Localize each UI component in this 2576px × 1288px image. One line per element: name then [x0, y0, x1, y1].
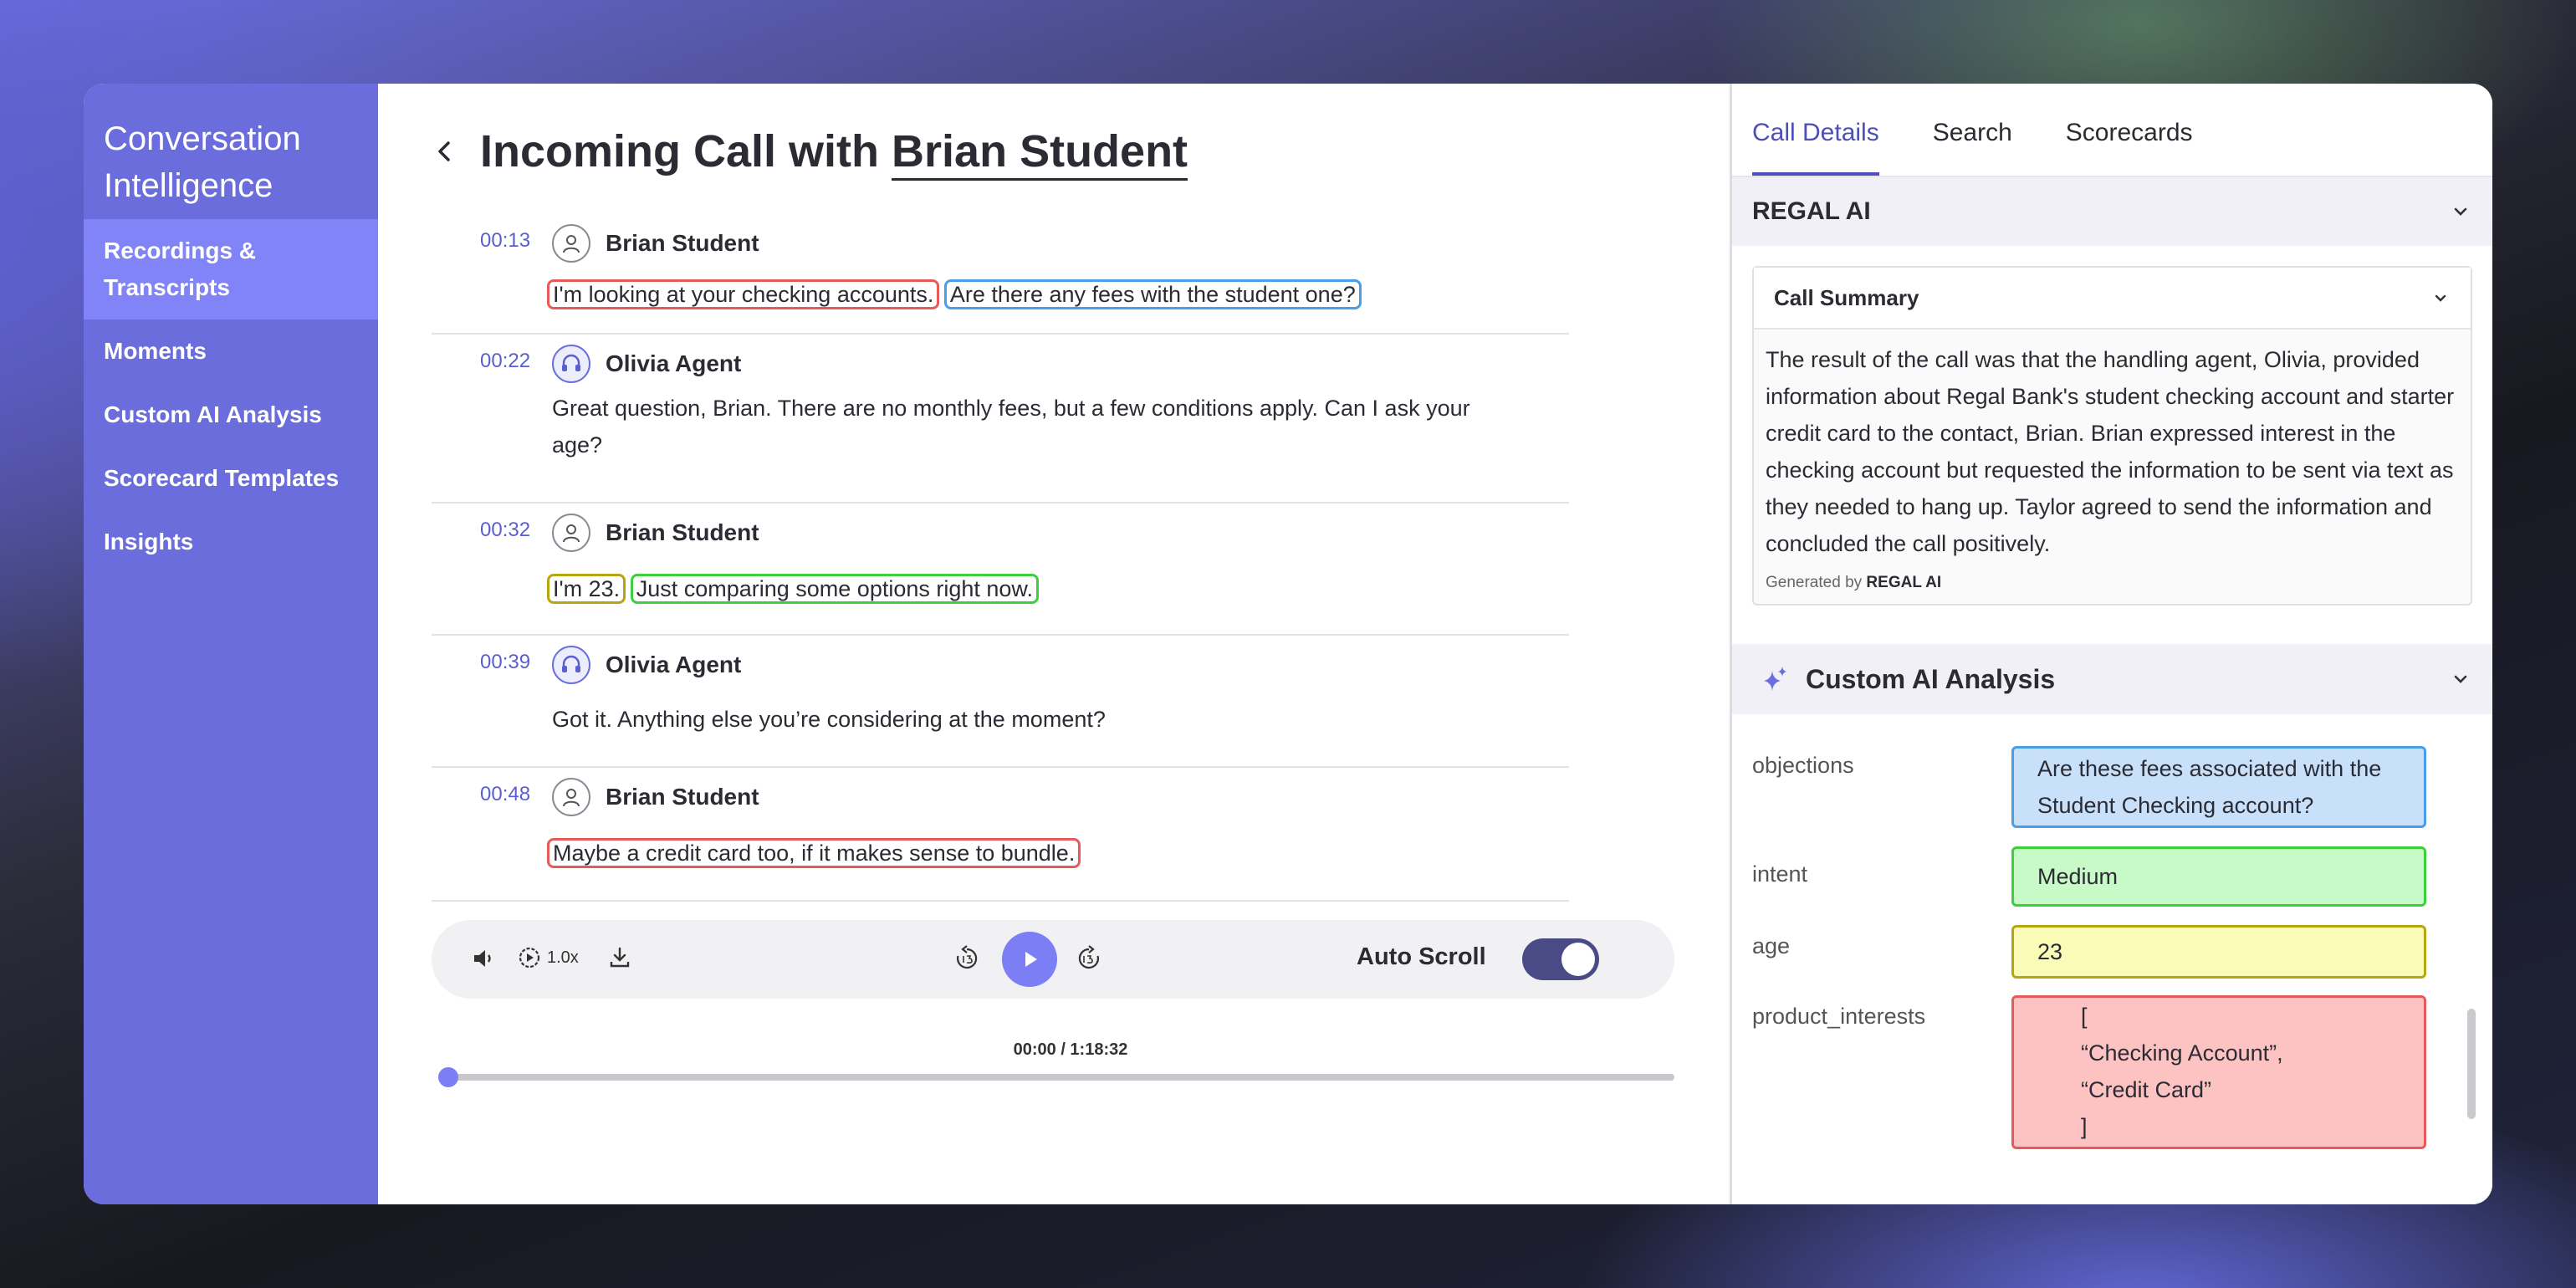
headset-icon [552, 646, 590, 684]
section-title: REGAL AI [1752, 197, 1871, 225]
timestamp-link[interactable]: 00:13 [480, 229, 530, 253]
field-value-product-interests: [ “Checking Account”, “Credit Card” ] [2011, 995, 2426, 1149]
speaker: Brian Student [552, 224, 759, 263]
details-panel: Call Details Search Scorecards REGAL AI … [1730, 84, 2492, 1204]
volume-icon[interactable] [470, 945, 497, 972]
speaker: Brian Student [552, 778, 759, 816]
auto-scroll-toggle[interactable] [1522, 938, 1599, 980]
generated-by-label: Generated by [1766, 574, 1863, 591]
call-summary-card: Call Summary The result of the call was … [1752, 266, 2472, 606]
sidebar-item-scorecard-templates[interactable]: Scorecard Templates [84, 447, 378, 510]
panel-scrollbar[interactable] [2467, 1009, 2476, 1119]
custom-ai-analysis-title: Custom AI Analysis [1806, 663, 2056, 694]
product-interests-line: [ [2081, 1004, 2088, 1029]
sidebar-item-recordings[interactable]: Recordings & Transcripts [84, 219, 378, 319]
progress-bar[interactable] [438, 1067, 1674, 1087]
toggle-knob [1561, 943, 1595, 976]
main-content: Incoming Call with Brian Student 00:13 B… [378, 84, 1730, 1204]
transcript-row: 00:48 Brian Student Maybe a credit card … [432, 768, 1569, 902]
chevron-down-icon [2454, 207, 2467, 216]
timestamp-link[interactable]: 00:32 [480, 519, 530, 542]
playback-speed: 1.0x [547, 948, 579, 967]
transcript: 00:13 Brian Student I'm looking at your … [432, 214, 1569, 902]
product-interests-line: “Credit Card” [2081, 1077, 2212, 1102]
call-summary-title: Call Summary [1774, 284, 1919, 310]
speaker-name: Olivia Agent [606, 652, 742, 677]
app-window: Conversation Intelligence Recordings & T… [84, 84, 2492, 1204]
speed-icon [519, 947, 540, 969]
transcript-row: 00:32 Brian Student I'm 23. Just compari… [432, 503, 1569, 636]
utterance-text: I'm 23. Just comparing some options righ… [547, 570, 1522, 607]
auto-scroll-label: Auto Scroll [1357, 943, 1486, 970]
transcript-row: 00:22 Olivia Agent Great question, Brian… [432, 335, 1569, 503]
page-title: Incoming Call with Brian Student [480, 125, 1188, 181]
custom-ai-analysis-header[interactable]: Custom AI Analysis [1732, 644, 2492, 714]
utterance-text: Maybe a credit card too, if it makes sen… [547, 835, 1522, 871]
highlight-segment[interactable]: I'm 23. [547, 574, 626, 604]
play-icon [1025, 952, 1037, 967]
page-header: Incoming Call with Brian Student [428, 125, 1188, 181]
utterance-text: Great question, Brian. There are no mont… [552, 396, 1470, 457]
field-value-age: 23 [2011, 925, 2426, 979]
sidebar-item-moments[interactable]: Moments [84, 319, 378, 383]
transcript-row: 00:13 Brian Student I'm looking at your … [432, 214, 1569, 335]
highlight-segment[interactable]: Just comparing some options right now. [630, 574, 1039, 604]
field-value-objections: Are these fees associated with the Stude… [2011, 746, 2426, 828]
audio-player: 1.0x Auto Scroll [432, 920, 1674, 999]
speaker: Olivia Agent [552, 646, 741, 684]
sparkle-icon [1764, 667, 1786, 691]
timestamp-link[interactable]: 00:48 [480, 783, 530, 806]
highlight-segment[interactable]: I'm looking at your checking accounts. [547, 279, 940, 309]
utterance-text: I'm looking at your checking accounts. A… [547, 276, 1522, 313]
time-readout: 00:00 / 1:18:32 [1013, 1040, 1128, 1059]
generated-by-brand: REGAL AI [1866, 574, 1942, 591]
sidebar-item-insights[interactable]: Insights [84, 510, 378, 574]
utterance-text: Got it. Anything else you’re considering… [552, 707, 1106, 732]
transcript-row: 00:39 Olivia Agent Got it. Anything else… [432, 636, 1569, 768]
timestamp-link[interactable]: 00:22 [480, 350, 530, 373]
speaker: Brian Student [552, 514, 759, 552]
field-value-intent: Medium [2011, 846, 2426, 907]
chevron-down-icon [2454, 675, 2467, 683]
field-label-age: age [1752, 933, 1791, 958]
forward-15-icon[interactable] [1076, 945, 1102, 972]
product-interests-line: ] [2081, 1114, 2088, 1139]
speaker-name: Olivia Agent [606, 350, 742, 376]
product-interests-line: “Checking Account”, [2081, 1040, 2283, 1066]
contact-name-link[interactable]: Brian Student [892, 126, 1188, 181]
chevron-down-icon [2435, 294, 2446, 302]
field-label-product-interests: product_interests [1752, 1004, 1926, 1029]
sidebar: Conversation Intelligence Recordings & T… [84, 84, 378, 1204]
sidebar-item-custom-ai-analysis[interactable]: Custom AI Analysis [84, 383, 378, 447]
rewind-15-icon[interactable] [953, 945, 980, 972]
app-brand: Conversation Intelligence [104, 120, 301, 204]
user-icon [552, 778, 590, 816]
tab-scorecards[interactable]: Scorecards [2066, 119, 2193, 176]
tab-call-details[interactable]: Call Details [1752, 119, 1879, 176]
user-icon [552, 224, 590, 263]
call-summary-header[interactable]: Call Summary [1754, 268, 2471, 330]
call-summary-text: The result of the call was that the hand… [1766, 347, 2455, 556]
speaker-name: Brian Student [606, 519, 759, 545]
speaker-name: Brian Student [606, 784, 759, 810]
field-label-objections: objections [1752, 753, 1854, 778]
headset-icon [552, 345, 590, 383]
user-icon [552, 514, 590, 552]
timestamp-link[interactable]: 00:39 [480, 651, 530, 674]
play-button[interactable] [1002, 932, 1057, 987]
speaker-name: Brian Student [606, 230, 759, 256]
field-label-intent: intent [1752, 861, 1808, 887]
download-icon[interactable] [607, 945, 632, 970]
regal-ai-section-header[interactable]: REGAL AI [1732, 177, 2492, 246]
highlight-segment[interactable]: Maybe a credit card too, if it makes sen… [547, 838, 1081, 868]
panel-tabs: Call Details Search Scorecards [1732, 84, 2492, 177]
tab-search[interactable]: Search [1933, 119, 2012, 176]
progress-handle[interactable] [438, 1067, 458, 1087]
title-prefix: Incoming Call with [480, 126, 880, 176]
chevron-left-icon[interactable] [428, 135, 462, 168]
speaker: Olivia Agent [552, 345, 741, 383]
highlight-segment[interactable]: Are there any fees with the student one? [943, 279, 1362, 309]
generated-by: Generated by REGAL AI [1754, 562, 2471, 604]
playback-speed-button[interactable]: 1.0x [517, 945, 579, 970]
